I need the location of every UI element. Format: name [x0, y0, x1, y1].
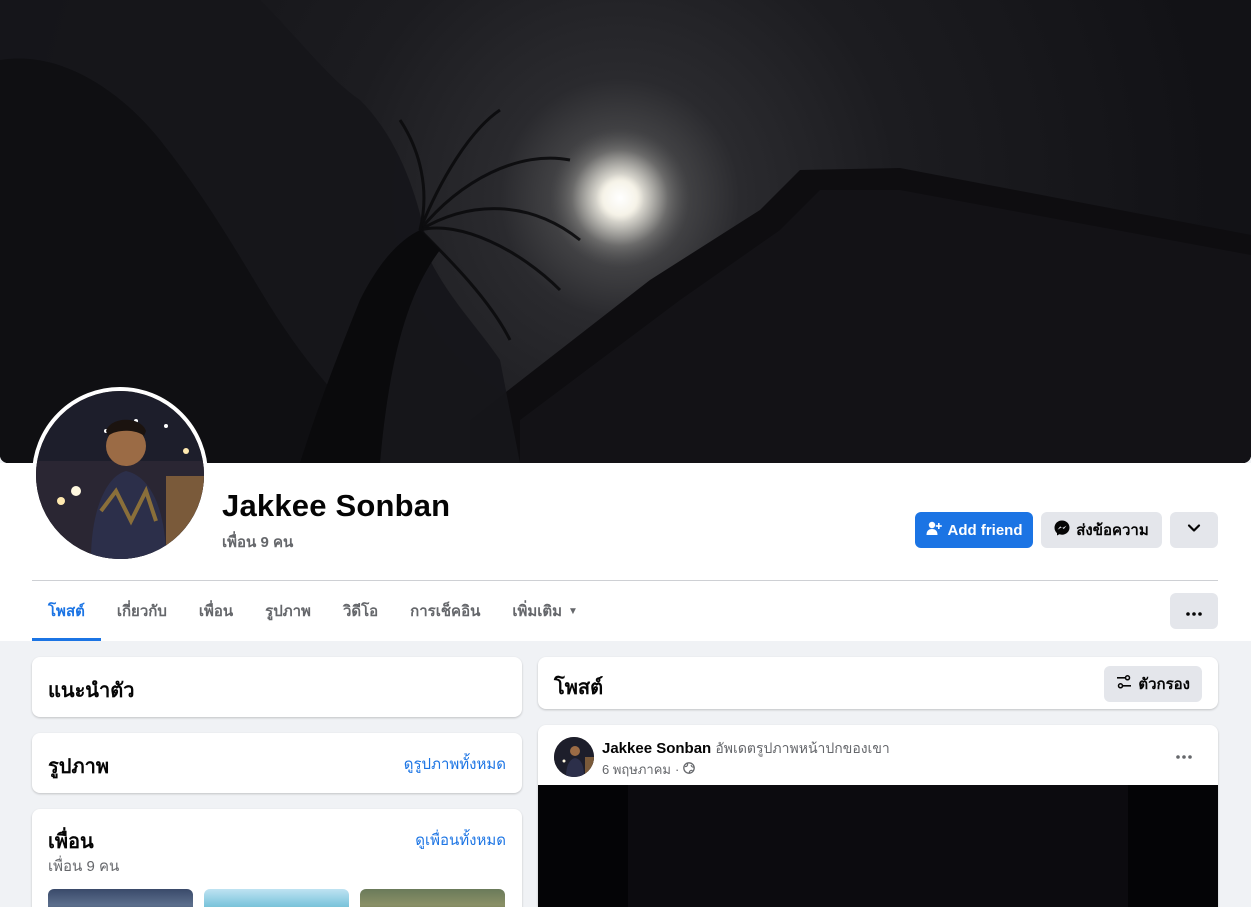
post-card: Jakkee Sonban อัพเดตรูปภาพหน้าปกของเขา 6…	[538, 725, 1218, 907]
posts-title: โพสต์	[554, 677, 604, 699]
post-author-name[interactable]: Jakkee Sonban	[602, 740, 711, 757]
post-photo[interactable]	[538, 785, 1218, 907]
tab-more[interactable]: เพิ่มเติม ▼	[496, 581, 594, 641]
more-options-button[interactable]	[1170, 593, 1218, 629]
tab-label: เพื่อน	[198, 603, 234, 620]
filter-icon	[1116, 674, 1132, 694]
tab-label: เพิ่มเติม	[512, 603, 563, 620]
message-label: ส่งข้อความ	[1076, 522, 1149, 539]
friend-thumbnail[interactable]	[204, 889, 349, 907]
posts-header-card: โพสต์ ตัวกรอง	[538, 657, 1218, 709]
friend-thumbnail[interactable]	[48, 889, 193, 907]
intro-title: แนะนำตัว	[48, 680, 135, 702]
post-meta: 6 พฤษภาคม ·	[602, 759, 696, 780]
message-button[interactable]: ส่งข้อความ	[1041, 512, 1162, 548]
post-date[interactable]: 6 พฤษภาคม	[602, 759, 671, 780]
profile-options-button[interactable]	[1170, 512, 1218, 548]
add-friend-icon	[926, 520, 942, 540]
post-action-text: อัพเดตรูปภาพหน้าปกของเขา	[715, 740, 890, 756]
tab-label: โพสต์	[48, 603, 85, 620]
filter-label: ตัวกรอง	[1138, 676, 1190, 693]
cover-photo[interactable]	[0, 0, 1251, 463]
more-dots-icon	[1176, 746, 1192, 764]
chevron-down-icon	[1187, 521, 1201, 539]
post-author-line: Jakkee Sonban อัพเดตรูปภาพหน้าปกของเขา	[602, 738, 890, 760]
post-author-avatar[interactable]	[554, 737, 594, 777]
meta-separator: ·	[675, 762, 680, 777]
tab-label: การเช็คอิน	[410, 603, 481, 620]
photos-card: รูปภาพ ดูรูปภาพทั้งหมด	[32, 733, 522, 793]
messenger-icon	[1054, 520, 1070, 540]
cover-photo-scene	[0, 0, 1251, 463]
profile-tabs: โพสต์ เกี่ยวกับ เพื่อน รูปภาพ วิดีโอ การ…	[32, 581, 594, 641]
add-friend-label: Add friend	[947, 521, 1023, 539]
friend-thumbnail[interactable]	[360, 889, 505, 907]
friends-card: เพื่อน ดูเพื่อนทั้งหมด เพื่อน 9 คน	[32, 809, 522, 907]
tab-friends[interactable]: เพื่อน	[183, 581, 249, 641]
tab-videos[interactable]: วิดีโอ	[327, 581, 394, 641]
more-dots-icon	[1186, 603, 1202, 620]
profile-name: Jakkee Sonban	[222, 488, 451, 523]
see-all-friends-link[interactable]: ดูเพื่อนทั้งหมด	[415, 828, 506, 852]
caret-down-icon: ▼	[568, 605, 578, 617]
tab-checkins[interactable]: การเช็คอิน	[394, 581, 496, 641]
tab-about[interactable]: เกี่ยวกับ	[101, 581, 183, 641]
tab-photos[interactable]: รูปภาพ	[249, 581, 327, 641]
tab-posts[interactable]: โพสต์	[32, 581, 101, 641]
post-author-photo	[554, 737, 594, 777]
profile-photo	[36, 391, 204, 559]
profile-friend-count[interactable]: เพื่อน 9 คน	[222, 530, 293, 554]
add-friend-button[interactable]: Add friend	[915, 512, 1033, 548]
friends-count: เพื่อน 9 คน	[48, 858, 120, 875]
friends-title[interactable]: เพื่อน	[48, 825, 94, 857]
post-photo-content	[628, 785, 1128, 907]
tab-label: รูปภาพ	[265, 603, 311, 620]
tab-label: เกี่ยวกับ	[116, 603, 167, 620]
profile-avatar[interactable]	[32, 387, 208, 563]
post-options-button[interactable]	[1166, 741, 1202, 769]
photos-title: รูปภาพ	[48, 756, 110, 778]
see-all-photos-link[interactable]: ดูรูปภาพทั้งหมด	[404, 752, 506, 776]
intro-card: แนะนำตัว	[32, 657, 522, 717]
filter-button[interactable]: ตัวกรอง	[1104, 666, 1202, 702]
tab-label: วิดีโอ	[342, 603, 379, 620]
globe-icon	[683, 762, 696, 777]
